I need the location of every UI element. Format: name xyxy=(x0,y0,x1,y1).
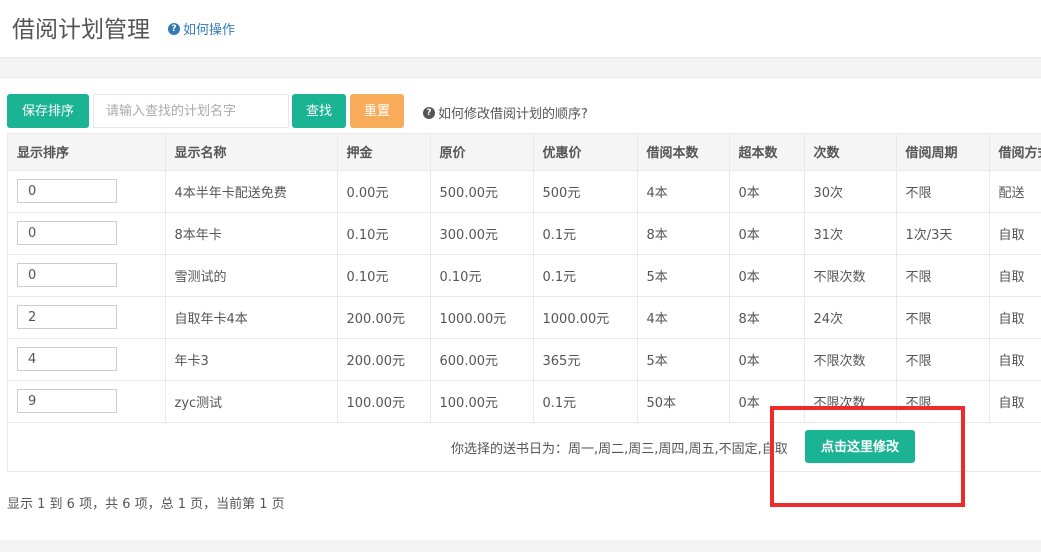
question-circle-icon: ? xyxy=(423,106,435,119)
table-cell: zyc测试 xyxy=(165,380,338,423)
table-cell: 0本 xyxy=(729,338,805,381)
toolbar: 保存排序 查找 重置 ? 如何修改借阅计划的顺序? xyxy=(7,94,1041,128)
order-cell xyxy=(8,254,166,297)
order-cell xyxy=(8,212,166,255)
table-cell: 365元 xyxy=(533,338,638,381)
table-cell: 24次 xyxy=(804,296,897,339)
table-cell: 不限 xyxy=(896,296,990,339)
table-cell: 自取年卡4本 xyxy=(165,296,338,339)
table-cell: 0.1元 xyxy=(533,254,638,297)
table-cell: 100.00元 xyxy=(337,380,431,423)
column-header[interactable]: 显示排序 xyxy=(8,134,166,171)
table-cell: 5本 xyxy=(637,338,730,381)
table-cell: 1次/3天 xyxy=(896,212,990,255)
table-cell: 1000.00元 xyxy=(430,296,534,339)
table-cell: 不限 xyxy=(896,338,990,381)
help-link[interactable]: ? 如何操作 xyxy=(168,19,235,38)
table-cell: 300.00元 xyxy=(430,212,534,255)
column-header[interactable]: 次数 xyxy=(804,134,897,171)
order-help-link[interactable]: ? 如何修改借阅计划的顺序? xyxy=(423,103,588,122)
table-cell: 4本 xyxy=(637,296,730,339)
table-cell: 100.00元 xyxy=(430,380,534,423)
sort-order-input[interactable] xyxy=(17,263,117,287)
column-header[interactable]: 原价 xyxy=(430,134,534,171)
table-cell: 自取 xyxy=(989,338,1041,381)
table-cell: 30次 xyxy=(804,170,897,213)
table-cell: 500元 xyxy=(533,170,638,213)
table-cell: 1000.00元 xyxy=(533,296,638,339)
table-cell: 4本半年卡配送免费 xyxy=(165,170,338,213)
pagination-info: 显示 1 到 6 项，共 6 项，总 1 页，当前第 1 页 xyxy=(7,497,285,512)
table-cell: 0本 xyxy=(729,170,805,213)
help-link-label: 如何操作 xyxy=(183,23,236,38)
table-row: 8本年卡 0.10元 300.00元 0.1元 8本 0本 31次 1次/3天 … xyxy=(8,212,1041,255)
save-order-button[interactable]: 保存排序 xyxy=(7,94,89,128)
column-header[interactable]: 超本数 xyxy=(729,134,805,171)
column-header[interactable]: 显示名称 xyxy=(165,134,338,171)
table-cell: 不限次数 xyxy=(804,338,897,381)
table-cell: 配送 xyxy=(989,170,1041,213)
table-cell: 0.1元 xyxy=(533,212,638,255)
table-row: 雪测试的 0.10元 0.10元 0.1元 5本 0本 不限次数 不限 自取 xyxy=(8,254,1041,297)
table-cell: 200.00元 xyxy=(337,296,431,339)
table-cell: 8本年卡 xyxy=(165,212,338,255)
reset-button[interactable]: 重置 xyxy=(350,94,404,128)
table-cell: 不限 xyxy=(896,254,990,297)
table-cell: 31次 xyxy=(804,212,897,255)
table-cell: 4本 xyxy=(637,170,730,213)
column-header[interactable]: 借阅周期 xyxy=(896,134,990,171)
sort-order-input[interactable] xyxy=(17,347,117,371)
question-circle-icon: ? xyxy=(168,22,180,35)
table-cell: 0.10元 xyxy=(337,254,431,297)
table-cell: 0.1元 xyxy=(533,380,638,423)
table-cell: 不限次数 xyxy=(804,254,897,297)
table-header-row: 显示排序 显示名称 押金 原价 优惠价 借阅本数 超本数 次数 借阅周期 借阅方… xyxy=(8,134,1041,171)
table-cell: 0.10元 xyxy=(337,212,431,255)
page-header: 借阅计划管理 ? 如何操作 xyxy=(0,0,1041,58)
table-row: 年卡3 200.00元 600.00元 365元 5本 0本 不限次数 不限 自… xyxy=(8,338,1041,381)
column-header[interactable]: 优惠价 xyxy=(533,134,638,171)
column-header[interactable]: 借阅方式 xyxy=(989,134,1041,171)
bottom-band xyxy=(0,540,1041,552)
page-title: 借阅计划管理 xyxy=(12,17,150,43)
table-cell: 不限 xyxy=(896,170,990,213)
column-header[interactable]: 借阅本数 xyxy=(637,134,730,171)
table-cell: 年卡3 xyxy=(165,338,338,381)
plan-table: 显示排序 显示名称 押金 原价 优惠价 借阅本数 超本数 次数 借阅周期 借阅方… xyxy=(8,134,1041,423)
sort-order-input[interactable] xyxy=(17,221,117,245)
table-cell: 600.00元 xyxy=(430,338,534,381)
order-cell xyxy=(8,380,166,423)
table-cell: 0本 xyxy=(729,212,805,255)
table-cell: 5本 xyxy=(637,254,730,297)
order-help-label: 如何修改借阅计划的顺序? xyxy=(438,107,588,122)
order-cell xyxy=(8,296,166,339)
column-header[interactable]: 押金 xyxy=(337,134,431,171)
table-cell: 200.00元 xyxy=(337,338,431,381)
table-cell: 自取 xyxy=(989,212,1041,255)
sort-order-input[interactable] xyxy=(17,305,117,329)
plan-search-input[interactable] xyxy=(93,94,289,128)
table-row: 4本半年卡配送免费 0.00元 500.00元 500元 4本 0本 30次 不… xyxy=(8,170,1041,213)
sort-order-input[interactable] xyxy=(17,179,117,203)
table-cell: 500.00元 xyxy=(430,170,534,213)
table-row: 自取年卡4本 200.00元 1000.00元 1000.00元 4本 8本 2… xyxy=(8,296,1041,339)
table-cell: 雪测试的 xyxy=(165,254,338,297)
search-button[interactable]: 查找 xyxy=(292,94,346,128)
table-cell: 自取 xyxy=(989,254,1041,297)
table-cell: 自取 xyxy=(989,296,1041,339)
order-cell xyxy=(8,170,166,213)
table-cell: 0.10元 xyxy=(430,254,534,297)
sort-order-input[interactable] xyxy=(17,389,117,413)
table-cell: 8本 xyxy=(637,212,730,255)
table-cell: 0.00元 xyxy=(337,170,431,213)
table-cell: 自取 xyxy=(989,380,1041,423)
highlight-annotation-box xyxy=(770,406,965,507)
order-cell xyxy=(8,338,166,381)
table-cell: 50本 xyxy=(637,380,730,423)
header-divider-band xyxy=(0,58,1041,78)
table-cell: 8本 xyxy=(729,296,805,339)
delivery-days-text: 你选择的送书日为：周一,周二,周三,周四,周五,不固定,自取 xyxy=(451,442,788,457)
table-cell: 0本 xyxy=(729,254,805,297)
